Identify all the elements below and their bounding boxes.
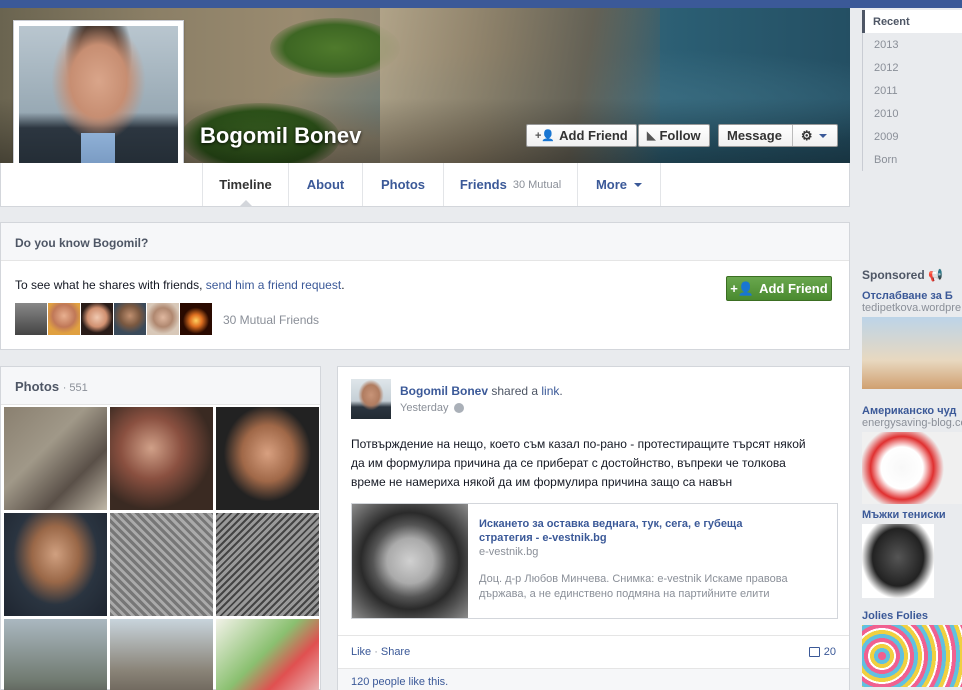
megaphone-icon: 📢	[928, 268, 943, 282]
tab-more[interactable]: More	[577, 163, 661, 206]
photo-thumbnail[interactable]	[4, 513, 107, 616]
post-timestamp: Yesterday	[400, 402, 464, 414]
tab-friends[interactable]: Friends 30 Mutual	[443, 163, 577, 206]
tab-photos[interactable]: Photos	[362, 163, 443, 206]
photos-box-title[interactable]: Photos · 551	[1, 367, 320, 405]
photo-thumbnail[interactable]	[110, 407, 213, 510]
tab-about[interactable]: About	[288, 163, 362, 206]
link-preview-title[interactable]: Искането за оставка веднага, тук, сега, …	[479, 517, 799, 545]
year-2010[interactable]: 2010	[863, 102, 962, 125]
like-link[interactable]: Like	[351, 646, 371, 658]
add-friend-button[interactable]: +👤 Add Friend	[526, 124, 637, 147]
photo-thumbnail[interactable]	[216, 407, 319, 510]
comments-count[interactable]: 20	[808, 646, 836, 658]
share-link[interactable]: Share	[381, 646, 410, 658]
ad-image[interactable]	[862, 432, 962, 504]
friend-thumbnail[interactable]	[48, 303, 80, 335]
photo-thumbnail[interactable]	[4, 619, 107, 690]
know-box-title: Do you know Bogomil?	[1, 223, 849, 261]
sponsored-header: Sponsored 📢	[862, 268, 943, 282]
photo-thumbnail[interactable]	[110, 513, 213, 616]
post-header: Bogomil Bonev shared a link.	[400, 384, 563, 398]
friend-request-link[interactable]: send him a friend request	[206, 278, 341, 292]
friend-thumbnail[interactable]	[147, 303, 179, 335]
know-box-text: To see what he shares with friends, send…	[15, 278, 345, 292]
profile-name[interactable]: Bogomil Bonev	[200, 123, 361, 149]
avatar[interactable]	[351, 379, 391, 419]
photo-thumbnail[interactable]	[216, 619, 319, 690]
add-friend-green-button[interactable]: +👤 Add Friend	[726, 276, 832, 301]
mutual-friends-link[interactable]: 30 Mutual Friends	[223, 313, 319, 327]
top-blue-bar	[0, 0, 962, 8]
photo-thumbnail[interactable]	[216, 513, 319, 616]
year-recent[interactable]: Recent	[862, 10, 962, 33]
comment-icon	[808, 647, 820, 657]
post-author-link[interactable]: Bogomil Bonev	[400, 384, 488, 398]
friend-thumbnail[interactable]	[81, 303, 113, 335]
ad-image[interactable]	[862, 625, 962, 687]
tab-timeline[interactable]: Timeline	[202, 163, 288, 207]
add-friend-icon: +👤	[535, 130, 556, 142]
friend-thumbnail[interactable]	[15, 303, 47, 335]
link-preview-card[interactable]: Искането за оставка веднага, тук, сега, …	[351, 503, 838, 619]
ad-item[interactable]: Отслабване за Б tedipetkova.wordpre	[862, 290, 962, 389]
message-button[interactable]: Message ⚙	[718, 124, 838, 147]
ad-item[interactable]: Мъжки тениски	[862, 509, 962, 598]
year-2011[interactable]: 2011	[863, 79, 962, 102]
chevron-down-icon	[818, 133, 827, 142]
likes-summary: 120 people like this.	[338, 668, 849, 690]
year-2013[interactable]: 2013	[863, 33, 962, 56]
know-person-box: Do you know Bogomil? To see what he shar…	[0, 222, 850, 350]
gear-icon: ⚙	[800, 127, 813, 143]
ad-item[interactable]: Американско чуд energysaving-blog.co	[862, 405, 962, 504]
link-preview-image[interactable]	[352, 504, 468, 618]
add-friend-icon: +👤	[730, 280, 755, 296]
friend-thumbnail[interactable]	[180, 303, 212, 335]
photo-grid	[4, 407, 319, 690]
friend-thumbnail[interactable]	[114, 303, 146, 335]
post-text: Потвърждение на нещо, което съм казал по…	[351, 437, 806, 489]
link-preview-description: Доц. д-р Любов Минчева. Снимка: e-vestni…	[479, 573, 788, 600]
shared-link[interactable]: link	[541, 384, 559, 398]
profile-nav: Timeline About Photos Friends 30 Mutual …	[0, 163, 850, 207]
ad-image[interactable]	[862, 524, 934, 598]
year-2009[interactable]: 2009	[863, 125, 962, 148]
mutual-friends-thumbs	[15, 303, 212, 335]
link-preview-domain: e-vestnik.bg	[479, 546, 539, 558]
likes-link[interactable]: 120 people like this.	[351, 676, 448, 688]
rss-icon: ◣	[647, 130, 656, 142]
year-born[interactable]: Born	[863, 148, 962, 171]
timeline-post: Bogomil Bonev shared a link. Yesterday П…	[337, 366, 850, 690]
globe-icon	[453, 403, 464, 413]
settings-dropdown[interactable]: ⚙	[791, 125, 837, 146]
timeline-years-nav: Recent 2013 2012 2011 2010 2009 Born	[862, 10, 962, 171]
chevron-down-icon	[634, 182, 643, 191]
photo-thumbnail[interactable]	[110, 619, 213, 690]
follow-button[interactable]: ◣ Follow	[638, 124, 710, 147]
ad-item[interactable]: Jolies Folies	[862, 610, 962, 687]
ad-image[interactable]	[862, 317, 962, 389]
photos-box: Photos · 551	[0, 366, 321, 690]
photo-thumbnail[interactable]	[4, 407, 107, 510]
year-2012[interactable]: 2012	[863, 56, 962, 79]
post-actions: Like · Share 20	[338, 635, 849, 668]
